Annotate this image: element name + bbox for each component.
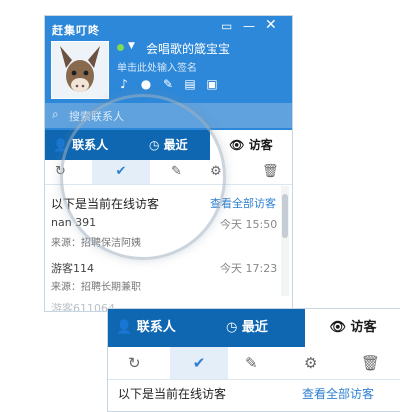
person-icon: 👤: [53, 138, 68, 152]
signature-input[interactable]: 单击此处输入签名: [117, 59, 197, 74]
zoomed-visitor-panel: 👤 联系人 ◷ 最近 👁 访客 ↻ ✔ ✎ ⚙ 🗑 以下是当前在线访客 查看全部…: [107, 308, 400, 412]
edit-icon[interactable]: ✎: [245, 354, 258, 372]
app-title: 赶集叮咚: [52, 24, 100, 37]
clock-icon: ◷: [226, 320, 238, 335]
quick-actions: ♪ ● ✎ ▤ ▣: [117, 77, 219, 91]
nickname: 会唱歌的箴宝宝: [146, 42, 231, 56]
visitor-time: 今天 17:23: [220, 262, 278, 275]
chevron-down-icon[interactable]: ▼: [128, 41, 135, 51]
refresh-icon[interactable]: ↻: [128, 354, 141, 372]
tab-recent[interactable]: ◷ 最近: [149, 130, 188, 160]
zoom-tab-contacts-label: 联系人: [136, 320, 176, 335]
tab-contacts-label: 联系人: [72, 138, 109, 152]
tab-visitors[interactable]: 👁 访客: [210, 130, 292, 160]
visitor-name[interactable]: nan 391: [51, 216, 96, 229]
user-icon[interactable]: ●: [139, 77, 153, 91]
zoom-view-all-visitors-link[interactable]: 查看全部访客: [302, 385, 374, 402]
chat-window: 赶集叮咚 ▭ — ✕ ▼ 会唱歌的箴宝宝 单击此处输入签名 ♪ ● ✎ ▤ ▣ …: [44, 15, 293, 312]
close-button[interactable]: ✕: [265, 17, 277, 33]
zoom-tab-contacts[interactable]: 👤 联系人: [116, 309, 176, 347]
file-icon[interactable]: ▤: [183, 77, 197, 91]
person-icon: 👤: [116, 320, 133, 335]
edit-icon[interactable]: ✎: [161, 77, 175, 91]
search-input[interactable]: 搜索联系人: [69, 108, 124, 124]
menu-icon[interactable]: ▭: [221, 19, 232, 33]
zoom-tab-visitors-label: 访客: [350, 320, 377, 335]
check-icon[interactable]: ✔: [170, 347, 228, 379]
tab-contacts[interactable]: 👤 联系人: [53, 130, 108, 160]
scrollbar-thumb[interactable]: [282, 194, 288, 238]
view-all-visitors-link[interactable]: 查看全部访客: [210, 195, 276, 211]
tab-visitors-label: 访客: [248, 138, 273, 152]
tab-bar: 👤 联系人 ◷ 最近 👁 访客: [45, 130, 292, 160]
eye-icon: 👁: [229, 138, 245, 152]
visitor-toolbar: ↻ ✔ ✎ ⚙ 🗑: [45, 160, 292, 185]
refresh-icon[interactable]: ↻: [55, 164, 66, 179]
search-icon: ⌕: [52, 107, 59, 121]
trash-icon[interactable]: 🗑: [262, 164, 279, 179]
tab-recent-label: 最近: [163, 138, 188, 152]
donkey-avatar-icon: [52, 42, 108, 98]
trash-icon[interactable]: 🗑: [361, 354, 380, 372]
window-header: 赶集叮咚 ▭ — ✕ ▼ 会唱歌的箴宝宝 单击此处输入签名 ♪ ● ✎ ▤ ▣ …: [45, 16, 292, 130]
edit-icon[interactable]: ✎: [171, 164, 182, 179]
check-icon[interactable]: ✔: [92, 160, 150, 184]
clock-icon: ◷: [149, 138, 160, 152]
zoom-toolbar: ↻ ✔ ✎ ⚙ 🗑: [108, 347, 400, 380]
zoom-tab-bar: 👤 联系人 ◷ 最近 👁 访客: [108, 309, 400, 347]
zoom-tab-recent[interactable]: ◷ 最近: [226, 309, 268, 347]
visitor-name[interactable]: 游客114: [51, 260, 94, 276]
zoom-tab-recent-label: 最近: [241, 320, 268, 335]
minimize-button[interactable]: —: [243, 19, 255, 33]
visitor-source: 来源：招聘保洁阿姨: [51, 238, 141, 249]
avatar[interactable]: [51, 41, 109, 99]
visitor-source: 来源：招聘长期兼职: [51, 282, 141, 293]
gear-icon[interactable]: ⚙: [304, 354, 317, 372]
gear-icon[interactable]: ⚙: [210, 164, 222, 179]
visitor-name[interactable]: 游客611064: [51, 300, 115, 311]
bell-icon[interactable]: ♪: [117, 77, 131, 91]
briefcase-icon[interactable]: ▣: [205, 77, 219, 91]
zoom-tab-visitors[interactable]: 👁 访客: [305, 309, 400, 347]
status-online-icon[interactable]: [117, 44, 124, 51]
search-bar[interactable]: ⌕ 搜索联系人: [45, 103, 292, 128]
eye-icon: 👁: [329, 320, 346, 335]
zoom-list-header: 以下是当前在线访客: [118, 387, 227, 401]
visitor-time: 今天 15:50: [220, 218, 278, 231]
